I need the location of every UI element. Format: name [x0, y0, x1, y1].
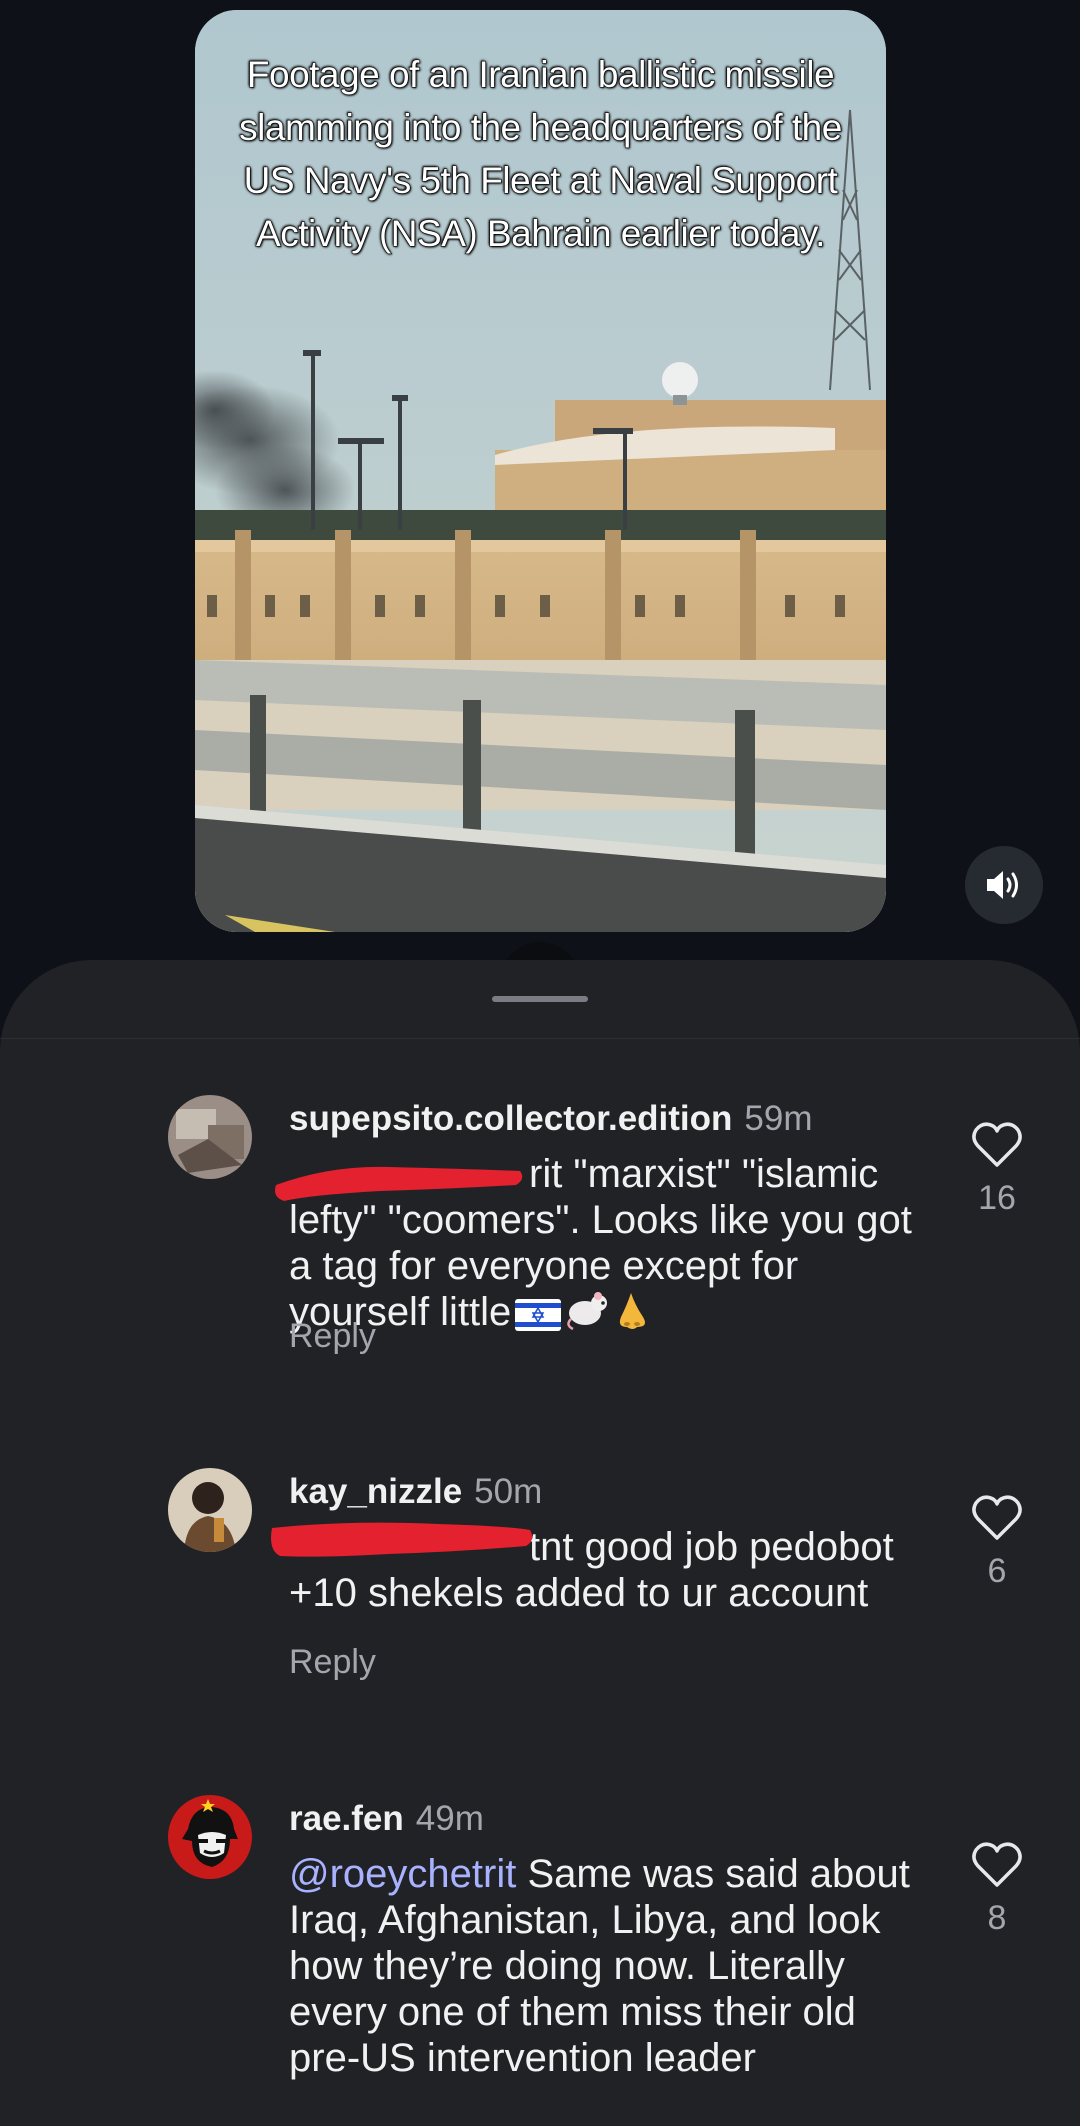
- reply-button[interactable]: Reply: [289, 1317, 376, 1356]
- heart-icon[interactable]: [971, 1841, 1023, 1889]
- comment-text: rit "marxist" "islamic lefty" "coomers".…: [289, 1151, 929, 1341]
- video-player[interactable]: Footage of an Iranian ballistic missile …: [195, 10, 886, 932]
- comment-time: 50m: [474, 1472, 543, 1511]
- heart-icon[interactable]: [971, 1494, 1023, 1542]
- israel-flag-emoji: [515, 1295, 562, 1341]
- reply-button[interactable]: Reply: [289, 1643, 376, 1682]
- nose-emoji: [615, 1291, 649, 1341]
- heart-icon[interactable]: [971, 1121, 1023, 1169]
- drag-handle[interactable]: [492, 996, 588, 1002]
- comment-username[interactable]: supepsito.collector.edition 59m: [289, 1099, 813, 1139]
- screen: Footage of an Iranian ballistic missile …: [0, 0, 1080, 2126]
- speaker-volume-icon: [987, 871, 1018, 899]
- rat-emoji: [565, 1291, 611, 1341]
- video-caption: Footage of an Iranian ballistic missile …: [239, 53, 843, 254]
- user-mention[interactable]: @roeychetrit: [289, 1852, 516, 1896]
- avatar[interactable]: [168, 1468, 252, 1552]
- like-count: 6: [987, 1552, 1007, 1590]
- like-count: 8: [987, 1899, 1007, 1937]
- like-count: 16: [978, 1179, 1016, 1217]
- sheet-divider: [0, 1038, 1080, 1039]
- avatar[interactable]: [168, 1795, 252, 1879]
- comment-username[interactable]: kay_nizzle 50m: [289, 1472, 542, 1512]
- comment-time: 49m: [415, 1799, 484, 1838]
- volume-button[interactable]: [965, 846, 1043, 924]
- avatar[interactable]: [168, 1095, 252, 1179]
- comments-sheet: supepsito.collector.edition 59m rit "marx…: [0, 960, 1080, 2126]
- comment-text: @roeychetrit Same was said about Iraq, A…: [289, 1852, 910, 2080]
- comment-text: tnt good job pedobot +10 shekels added t…: [289, 1525, 894, 1615]
- comment-time: 59m: [744, 1099, 813, 1138]
- comment-username[interactable]: rae.fen 49m: [289, 1799, 484, 1839]
